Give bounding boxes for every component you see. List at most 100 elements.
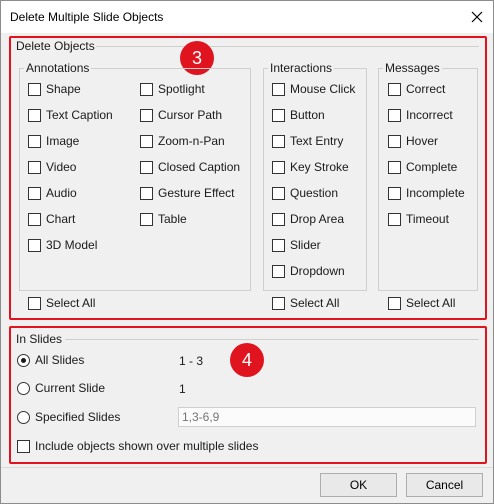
annotation-checkbox-closed-caption[interactable]: Closed Caption	[140, 159, 240, 175]
interaction-checkbox-slider[interactable]: Slider	[272, 237, 321, 253]
checkbox[interactable]	[272, 186, 285, 200]
checkbox[interactable]	[388, 160, 401, 174]
checkbox[interactable]	[28, 160, 41, 174]
checkbox-label: Gesture Effect	[158, 186, 235, 200]
include-multi-slide-checkbox[interactable]: Include objects shown over multiple slid…	[17, 438, 258, 454]
specified-slides-input[interactable]	[178, 407, 476, 427]
messages-select-all[interactable]: Select All	[388, 295, 455, 311]
annotation-checkbox-zoom-n-pan[interactable]: Zoom-n-Pan	[140, 133, 225, 149]
checkbox[interactable]	[17, 439, 30, 453]
message-checkbox-complete[interactable]: Complete	[388, 159, 457, 175]
message-checkbox-timeout[interactable]: Timeout	[388, 211, 449, 227]
checkbox-label: Select All	[406, 296, 456, 310]
ok-button[interactable]: OK	[320, 473, 397, 497]
annotation-checkbox-table[interactable]: Table	[140, 211, 187, 227]
annotation-checkbox-3d-model[interactable]: 3D Model	[28, 237, 97, 253]
checkbox[interactable]	[272, 108, 285, 122]
radio-label: Specified Slides	[35, 410, 121, 424]
checkbox[interactable]	[28, 108, 41, 122]
message-checkbox-correct[interactable]: Correct	[388, 81, 445, 97]
all-slides-range: 1 - 3	[179, 354, 204, 368]
checkbox-label: Incorrect	[406, 108, 453, 122]
checkbox[interactable]	[140, 212, 153, 226]
interaction-checkbox-key-stroke[interactable]: Key Stroke	[272, 159, 349, 175]
delete-objects-label: Delete Objects	[14, 39, 97, 53]
checkbox[interactable]	[272, 212, 285, 226]
checkbox[interactable]	[140, 134, 153, 148]
checkbox-label: Drop Area	[290, 212, 345, 226]
checkbox-label: Slider	[290, 238, 321, 252]
checkbox-label: Mouse Click	[290, 82, 356, 96]
checkbox[interactable]	[28, 296, 41, 310]
in-slides-divider	[65, 339, 479, 340]
annotation-checkbox-gesture-effect[interactable]: Gesture Effect	[140, 185, 234, 201]
checkbox-label: Text Caption	[46, 108, 113, 122]
annotation-checkbox-spotlight[interactable]: Spotlight	[140, 81, 205, 97]
checkbox[interactable]	[272, 160, 285, 174]
checkbox[interactable]	[272, 134, 285, 148]
annotations-select-all[interactable]: Select All	[28, 295, 95, 311]
current-slide-radio[interactable]: Current Slide	[17, 380, 105, 396]
checkbox-label: Closed Caption	[158, 160, 241, 174]
checkbox[interactable]	[272, 82, 285, 96]
checkbox[interactable]	[140, 160, 153, 174]
radio-button[interactable]	[17, 381, 30, 395]
messages-group	[378, 68, 478, 291]
checkbox-label: Question	[290, 186, 339, 200]
radio-button[interactable]	[17, 353, 30, 367]
checkbox[interactable]	[388, 212, 401, 226]
checkbox[interactable]	[140, 108, 153, 122]
all-slides-radio[interactable]: All Slides	[17, 352, 84, 368]
checkbox[interactable]	[272, 264, 285, 278]
message-checkbox-hover[interactable]: Hover	[388, 133, 438, 149]
interaction-checkbox-drop-area[interactable]: Drop Area	[272, 211, 344, 227]
checkbox[interactable]	[28, 186, 41, 200]
checkbox[interactable]	[28, 238, 41, 252]
checkbox[interactable]	[140, 82, 153, 96]
dialog-window: Delete Multiple Slide Objects Delete Obj…	[0, 0, 494, 504]
checkbox[interactable]	[388, 82, 401, 96]
messages-label: Messages	[383, 61, 442, 75]
checkbox[interactable]	[388, 186, 401, 200]
checkbox-label: Video	[46, 160, 77, 174]
annotation-checkbox-text-caption[interactable]: Text Caption	[28, 107, 113, 123]
cancel-button[interactable]: Cancel	[406, 473, 483, 497]
close-button[interactable]	[461, 1, 493, 33]
checkbox[interactable]	[388, 134, 401, 148]
checkbox-label: Complete	[406, 160, 458, 174]
interactions-select-all[interactable]: Select All	[272, 295, 339, 311]
specified-slides-radio[interactable]: Specified Slides	[17, 409, 120, 425]
checkbox[interactable]	[388, 296, 401, 310]
checkbox-label: Spotlight	[158, 82, 205, 96]
delete-objects-divider	[96, 46, 479, 47]
interaction-checkbox-dropdown[interactable]: Dropdown	[272, 263, 345, 279]
checkbox[interactable]	[28, 212, 41, 226]
interaction-checkbox-mouse-click[interactable]: Mouse Click	[272, 81, 355, 97]
checkbox[interactable]	[28, 82, 41, 96]
annotation-checkbox-image[interactable]: Image	[28, 133, 79, 149]
checkbox[interactable]	[140, 186, 153, 200]
checkbox[interactable]	[272, 238, 285, 252]
checkbox-label: Hover	[406, 134, 439, 148]
annotation-checkbox-cursor-path[interactable]: Cursor Path	[140, 107, 222, 123]
message-checkbox-incomplete[interactable]: Incomplete	[388, 185, 465, 201]
message-checkbox-incorrect[interactable]: Incorrect	[388, 107, 453, 123]
checkbox-label: Cursor Path	[158, 108, 223, 122]
dialog-title: Delete Multiple Slide Objects	[10, 10, 164, 24]
in-slides-label: In Slides	[14, 332, 65, 346]
checkbox[interactable]	[272, 296, 285, 310]
checkbox[interactable]	[388, 108, 401, 122]
checkbox-label: Chart	[46, 212, 76, 226]
annotation-checkbox-chart[interactable]: Chart	[28, 211, 75, 227]
radio-button[interactable]	[17, 410, 30, 424]
annotation-checkbox-video[interactable]: Video	[28, 159, 76, 175]
interaction-checkbox-text-entry[interactable]: Text Entry	[272, 133, 343, 149]
checkbox-label: Select All	[290, 296, 340, 310]
annotation-checkbox-shape[interactable]: Shape	[28, 81, 81, 97]
checkbox-label: Key Stroke	[290, 160, 349, 174]
interactions-label: Interactions	[268, 61, 335, 75]
interaction-checkbox-button[interactable]: Button	[272, 107, 325, 123]
interaction-checkbox-question[interactable]: Question	[272, 185, 338, 201]
annotation-checkbox-audio[interactable]: Audio	[28, 185, 77, 201]
checkbox[interactable]	[28, 134, 41, 148]
